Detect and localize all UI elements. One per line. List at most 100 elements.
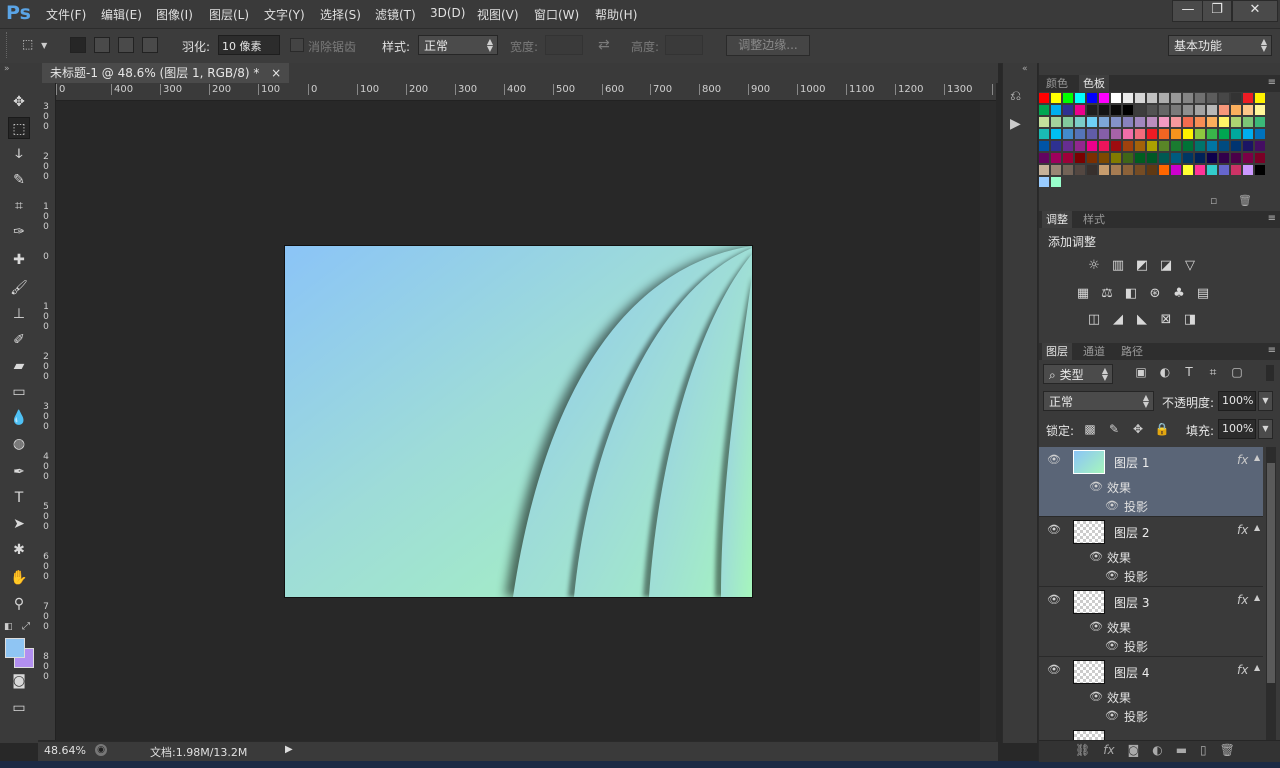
color-swatch[interactable] — [1147, 141, 1157, 151]
layers-footer-icon[interactable]: ◙ — [1128, 743, 1140, 757]
color-swatch[interactable] — [1135, 93, 1145, 103]
fx-icon[interactable]: fx — [1237, 453, 1248, 467]
color-swatch[interactable] — [1195, 105, 1205, 115]
fx-icon[interactable]: fx — [1237, 593, 1248, 607]
color-swatch[interactable] — [1051, 105, 1061, 115]
color-swatch[interactable] — [1111, 117, 1121, 127]
color-swatch[interactable] — [1207, 129, 1217, 139]
quick-mask-icon[interactable]: ◙ — [8, 670, 30, 692]
color-swatch[interactable] — [1111, 153, 1121, 163]
collapse-tools-icon[interactable]: » — [4, 64, 10, 74]
color-swatch[interactable] — [1039, 165, 1049, 175]
height-input[interactable] — [665, 35, 703, 55]
status-menu-arrow-icon[interactable]: ▶ — [285, 744, 293, 755]
effects-eye-icon[interactable]: 👁 — [1089, 620, 1103, 633]
color-swatch[interactable] — [1243, 153, 1253, 163]
color-swatch[interactable] — [1243, 93, 1253, 103]
color-swatch[interactable] — [1231, 129, 1241, 139]
color-swatch[interactable] — [1207, 141, 1217, 151]
color-swatch[interactable] — [1075, 153, 1085, 163]
collapse-effects-icon[interactable]: ▲ — [1254, 593, 1260, 602]
color-swatch[interactable] — [1255, 105, 1265, 115]
workspace-select[interactable]: 基本功能 ▲ ▼ — [1168, 35, 1272, 56]
visibility-eye-icon[interactable]: 👁 — [1047, 523, 1061, 536]
color-swatch[interactable] — [1087, 93, 1097, 103]
restore-button[interactable]: ❐ — [1202, 0, 1232, 22]
color-swatch[interactable] — [1111, 93, 1121, 103]
color-swatch[interactable] — [1039, 105, 1049, 115]
color-swatch[interactable] — [1231, 93, 1241, 103]
adjustment-icon[interactable]: ▤ — [1194, 286, 1212, 302]
swap-colors-icon[interactable]: ⤢ — [22, 621, 30, 632]
adjustment-icon[interactable]: ▽ — [1181, 258, 1199, 274]
color-swatch[interactable] — [1231, 153, 1241, 163]
brush-tool-icon[interactable]: 🖌 — [8, 277, 30, 299]
color-swatch[interactable] — [1051, 129, 1061, 139]
color-swatch[interactable] — [1171, 105, 1181, 115]
lock-icon[interactable]: ✥ — [1130, 422, 1146, 436]
fx-icon[interactable]: fx — [1237, 523, 1248, 537]
panel-menu-icon[interactable]: ≡ — [1268, 345, 1276, 356]
adjustment-icon[interactable]: ▥ — [1109, 258, 1127, 274]
color-swatch[interactable] — [1171, 141, 1181, 151]
color-swatch[interactable] — [1207, 105, 1217, 115]
color-swatch[interactable] — [1051, 165, 1061, 175]
tab-channels[interactable]: 通道 — [1079, 343, 1109, 360]
color-swatch[interactable] — [1099, 165, 1109, 175]
layers-footer-icon[interactable]: fx — [1103, 743, 1114, 757]
tab-layers[interactable]: 图层 — [1042, 343, 1072, 360]
share-icon[interactable]: ◉ — [95, 744, 107, 756]
layers-scrollbar[interactable] — [1266, 447, 1276, 740]
color-swatch[interactable] — [1159, 117, 1169, 127]
adjustment-icon[interactable]: ⊛ — [1146, 286, 1164, 302]
color-swatch[interactable] — [1183, 141, 1193, 151]
color-swatch[interactable] — [1123, 117, 1133, 127]
color-swatch[interactable] — [1039, 129, 1049, 139]
color-swatch[interactable] — [1195, 117, 1205, 127]
layer-name[interactable]: 图层 1 — [1114, 454, 1149, 471]
layer-row-partial[interactable] — [1039, 726, 1263, 740]
visibility-eye-icon[interactable]: 👁 — [1047, 453, 1061, 466]
color-swatch[interactable] — [1135, 153, 1145, 163]
visibility-eye-icon[interactable]: 👁 — [1047, 663, 1061, 676]
tab-paths[interactable]: 路径 — [1117, 343, 1147, 360]
color-swatch[interactable] — [1051, 117, 1061, 127]
color-swatch[interactable] — [1183, 129, 1193, 139]
color-swatch[interactable] — [1219, 117, 1229, 127]
expand-dock-icon[interactable]: « — [1022, 64, 1028, 74]
visibility-eye-icon[interactable]: 👁 — [1047, 593, 1061, 606]
color-swatch[interactable] — [1159, 129, 1169, 139]
color-swatch[interactable] — [1099, 141, 1109, 151]
color-swatch[interactable] — [1135, 129, 1145, 139]
color-swatch[interactable] — [1243, 105, 1253, 115]
effects-eye-icon[interactable]: 👁 — [1089, 480, 1103, 493]
filter-type-icon[interactable]: ▢ — [1229, 365, 1245, 380]
tab-adjustments[interactable]: 调整 — [1042, 211, 1072, 228]
color-swatch[interactable] — [1207, 93, 1217, 103]
feather-input[interactable]: 10 像素 — [218, 35, 280, 55]
color-swatch[interactable] — [1051, 177, 1061, 187]
tab-swatches[interactable]: 色板 — [1079, 75, 1109, 92]
layers-footer-icon[interactable]: 🗑 — [1220, 743, 1235, 757]
menu-file[interactable]: 文件(F) — [46, 6, 86, 23]
color-swatch[interactable] — [1255, 117, 1265, 127]
color-swatch[interactable] — [1039, 117, 1049, 127]
layers-footer-icon[interactable]: ◐ — [1152, 743, 1162, 757]
color-swatch[interactable] — [1135, 165, 1145, 175]
shape-tool-icon[interactable]: ✱ — [8, 539, 30, 561]
color-swatch[interactable] — [1075, 93, 1085, 103]
adjustment-icon[interactable]: ◧ — [1122, 286, 1140, 302]
color-swatch[interactable] — [1099, 117, 1109, 127]
tab-color[interactable]: 颜色 — [1042, 75, 1072, 92]
color-swatch[interactable] — [1051, 141, 1061, 151]
color-swatch[interactable] — [1219, 165, 1229, 175]
layers-footer-icon[interactable]: ⛓ — [1075, 743, 1090, 757]
color-swatch[interactable] — [1099, 153, 1109, 163]
actions-panel-icon[interactable]: ▶ — [1010, 116, 1021, 132]
menu-window[interactable]: 窗口(W) — [534, 6, 579, 23]
color-swatch[interactable] — [1147, 117, 1157, 127]
color-swatch[interactable] — [1123, 93, 1133, 103]
color-swatch[interactable] — [1219, 129, 1229, 139]
menu-type[interactable]: 文字(Y) — [264, 6, 305, 23]
color-swatch[interactable] — [1135, 141, 1145, 151]
